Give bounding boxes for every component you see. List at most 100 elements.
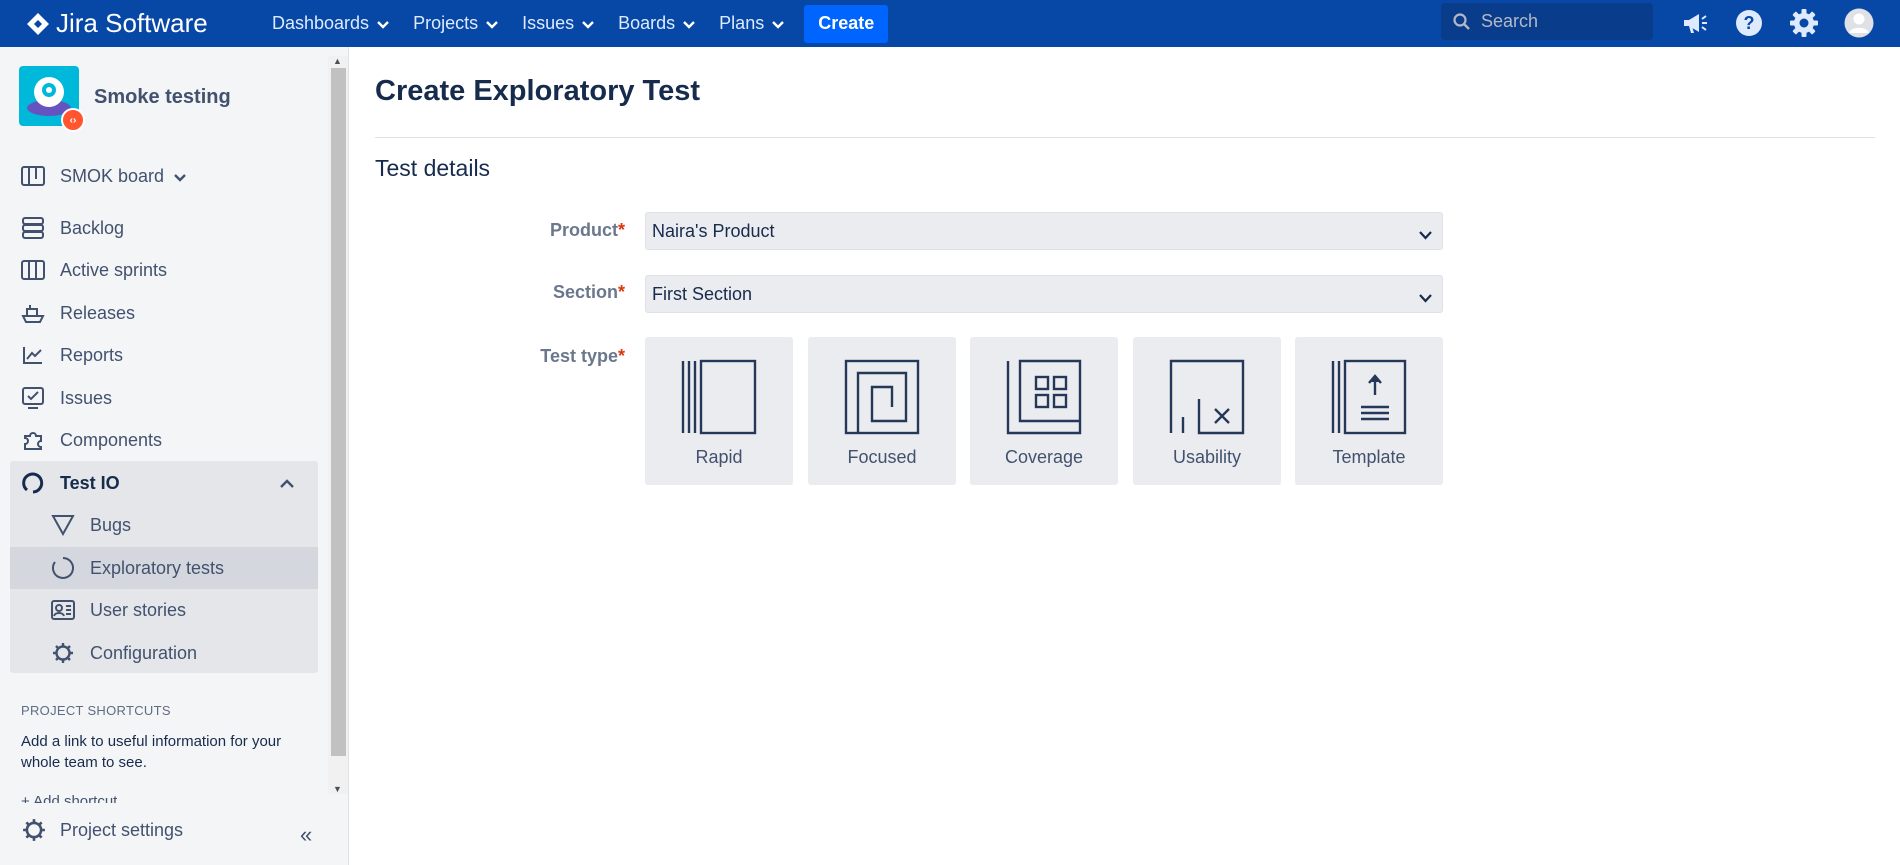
settings-gear-icon[interactable] — [1789, 8, 1819, 38]
sidebar-item-label: Releases — [60, 302, 136, 323]
section-select-value: First Section — [652, 283, 753, 304]
chevron-down-icon — [683, 13, 696, 34]
rapid-icon — [681, 359, 757, 435]
sidebar-item-label: Reports — [60, 344, 124, 365]
help-icon[interactable]: ? — [1734, 8, 1764, 38]
sidebar-item-exploratory-tests[interactable]: Exploratory tests — [50, 553, 224, 583]
section-heading: Test details — [375, 155, 491, 181]
nav-plans[interactable]: Plans — [719, 13, 785, 34]
sidebar-item-bugs[interactable]: Bugs — [50, 510, 131, 540]
chevron-down-icon — [174, 166, 186, 187]
svg-text:?: ? — [1744, 13, 1755, 33]
test-type-label-text: Test type — [540, 346, 618, 366]
chevron-down-icon — [772, 13, 785, 34]
sidebar-item-releases[interactable]: Releases — [20, 298, 135, 328]
test-io-label: Test IO — [60, 472, 120, 493]
project-shortcuts-heading: PROJECT SHORTCUTS — [21, 703, 171, 718]
app-name: Jira Software — [56, 8, 208, 38]
scrollbar-thumb[interactable] — [331, 68, 346, 756]
sidebar-item-reports[interactable]: Reports — [20, 340, 123, 370]
nav-plans-label: Plans — [719, 13, 765, 33]
project-type-badge-icon: ‹› — [61, 108, 85, 132]
search-input[interactable]: Search — [1441, 3, 1653, 40]
section-label: Section* — [425, 282, 625, 303]
board-label: SMOK board — [60, 165, 165, 186]
test-type-rapid[interactable]: Rapid — [645, 337, 793, 485]
product-select[interactable]: Naira's Product — [645, 212, 1443, 250]
nav-issues[interactable]: Issues — [522, 13, 594, 34]
puzzle-icon — [20, 427, 46, 453]
required-marker: * — [617, 282, 625, 302]
board-icon — [20, 163, 46, 189]
search-icon — [1453, 12, 1470, 30]
nav-boards-label: Boards — [618, 13, 676, 33]
test-type-label: Rapid — [695, 447, 743, 467]
add-shortcut-label: Add shortcut — [33, 793, 118, 803]
nav-boards[interactable]: Boards — [618, 13, 696, 34]
project-settings-link[interactable]: Project settings — [22, 818, 183, 842]
test-type-label: Coverage — [1004, 447, 1084, 467]
notifications-megaphone-icon[interactable] — [1680, 8, 1710, 38]
required-marker: * — [617, 346, 625, 366]
nav-projects[interactable]: Projects — [413, 13, 498, 34]
user-avatar-icon[interactable] — [1844, 8, 1874, 38]
required-marker: * — [617, 220, 625, 240]
sidebar-scrollbar[interactable]: ▲ ▼ — [328, 56, 348, 794]
project-name[interactable]: Smoke testing — [94, 86, 231, 109]
issues-icon — [20, 385, 46, 411]
create-button[interactable]: Create — [804, 4, 889, 43]
test-type-template[interactable]: Template — [1295, 337, 1443, 485]
board-switcher[interactable]: SMOK board — [20, 161, 186, 191]
nav-projects-label: Projects — [413, 13, 479, 33]
focused-icon — [844, 359, 920, 435]
chevron-down-icon — [1419, 224, 1432, 245]
jira-logo[interactable]: Jira Software — [26, 8, 246, 39]
test-type-focused[interactable]: Focused — [808, 337, 956, 485]
gear-icon — [22, 818, 46, 842]
chevron-down-icon — [582, 13, 594, 34]
nav-dashboards[interactable]: Dashboards — [272, 13, 389, 34]
nav-issues-label: Issues — [522, 13, 575, 33]
sidebar-item-label: Components — [60, 429, 163, 450]
sidebar-item-label: Issues — [60, 387, 113, 408]
product-label: Product* — [425, 220, 625, 241]
sidebar-item-components[interactable]: Components — [20, 425, 162, 455]
title-divider — [375, 137, 1875, 138]
sidebar-item-active-sprints[interactable]: Active sprints — [20, 255, 167, 285]
product-select-value: Naira's Product — [652, 220, 775, 241]
test-type-label: Usability — [1172, 447, 1242, 467]
jira-diamond-icon — [27, 12, 49, 35]
page-title: Create Exploratory Test — [375, 75, 701, 107]
bug-triangle-icon — [50, 512, 76, 538]
sidebar-item-test-io[interactable]: Test IO — [20, 468, 120, 498]
sidebar-item-issues[interactable]: Issues — [20, 383, 112, 413]
chevron-up-icon[interactable] — [280, 475, 294, 493]
coverage-icon — [1006, 359, 1082, 435]
sidebar-item-user-stories[interactable]: User stories — [50, 595, 186, 625]
chevron-down-icon — [377, 13, 389, 34]
sidebar-item-label: User stories — [90, 599, 187, 620]
test-type-label: Template — [1332, 447, 1406, 467]
sidebar-item-backlog[interactable]: Backlog — [20, 213, 124, 243]
test-type-coverage[interactable]: Coverage — [970, 337, 1118, 485]
sidebar-item-configuration[interactable]: Configuration — [50, 638, 197, 668]
section-select[interactable]: First Section — [645, 275, 1443, 313]
collapse-sidebar-icon[interactable]: « — [300, 822, 312, 848]
test-io-logo-icon — [20, 470, 46, 496]
sidebar-item-label: Active sprints — [60, 259, 168, 280]
sidebar-item-label: Bugs — [90, 514, 132, 535]
scroll-down-arrow-icon[interactable]: ▼ — [333, 784, 342, 794]
top-navigation: Jira Software Dashboards Projects Issues… — [0, 0, 1900, 47]
scroll-up-arrow-icon[interactable]: ▲ — [333, 56, 342, 66]
product-label-text: Product — [549, 220, 618, 240]
test-type-usability[interactable]: Usability — [1133, 337, 1281, 485]
sidebar-item-label: Configuration — [90, 642, 198, 663]
reports-chart-icon — [20, 342, 46, 368]
section-label-text: Section — [552, 282, 618, 302]
chevron-down-icon — [1419, 287, 1432, 308]
exploratory-circle-icon — [50, 555, 76, 581]
sprint-board-icon — [20, 257, 46, 283]
project-settings-label: Project settings — [60, 819, 184, 840]
add-shortcut-link[interactable]: + Add shortcut — [21, 793, 117, 803]
search-placeholder: Search — [1481, 11, 1539, 31]
